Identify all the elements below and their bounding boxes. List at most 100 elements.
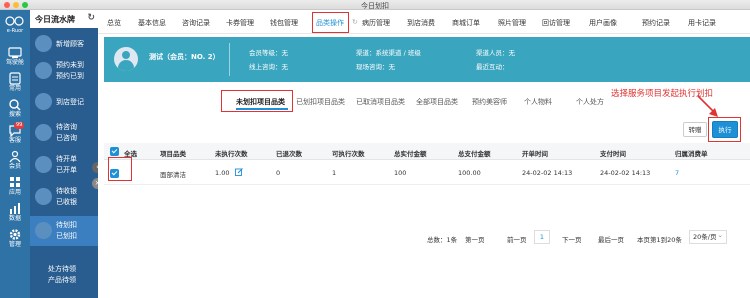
flow-item-order[interactable]: 待开单 已开单 xyxy=(30,152,98,178)
edit-icon[interactable] xyxy=(235,168,243,176)
window-titlebar: 今日划扣 xyxy=(0,0,750,10)
avatar xyxy=(114,47,138,71)
field-label: 现场咨询： xyxy=(356,63,389,71)
consult-icon xyxy=(35,124,52,141)
flow-item-consult[interactable]: 待咨询 已咨询 xyxy=(30,120,98,146)
sidebar-item-label: 应用 xyxy=(8,189,21,196)
page-size-select[interactable]: 20条/页 xyxy=(689,229,727,244)
last-page-button[interactable]: 最后一页 xyxy=(598,234,624,244)
notification-badge: 99 xyxy=(14,122,25,129)
column-header: 归属消费单 xyxy=(675,150,708,158)
recent-interaction: 最近互动： xyxy=(476,61,509,71)
next-page-button[interactable]: 下一页 xyxy=(562,234,582,244)
transfer-button[interactable]: 转赠 xyxy=(683,122,707,137)
tab-overview[interactable]: 总览 xyxy=(107,18,121,28)
tab-followup[interactable]: 回访管理 xyxy=(542,18,570,28)
flow-item-cashier[interactable]: 待收银 已收银 xyxy=(30,184,98,210)
user-icon xyxy=(35,35,52,52)
dashboard-icon xyxy=(8,47,22,58)
cashier-icon xyxy=(35,188,52,205)
sidebar-item-member[interactable]: 会员 xyxy=(0,148,30,174)
flow-item-label: 已划扣 xyxy=(56,232,77,240)
subtab-all[interactable]: 全部项目品类 xyxy=(416,97,458,107)
table-cell: 24-02-02 14:13 xyxy=(522,169,573,177)
field-value: 无 xyxy=(508,49,516,57)
flow-item-new-customer[interactable]: 新增顾客 xyxy=(30,32,98,56)
select-all-checkbox[interactable] xyxy=(110,147,119,156)
column-header: 可执行次数 xyxy=(332,150,365,158)
sidebar-item-label: 驾驶舱 xyxy=(5,59,24,66)
flow-item-deduct[interactable]: 待划扣 已划扣 xyxy=(30,216,98,246)
refresh-icon[interactable]: ↻ xyxy=(352,18,358,26)
tab-card-usage[interactable]: 用卡记录 xyxy=(688,18,716,28)
tab-mall-orders[interactable]: 商城订单 xyxy=(452,18,480,28)
table-row: 面部清洁 1.00 0 1 100 100.00 24-02-02 14:13 … xyxy=(104,162,750,185)
field-label: 会员等级： xyxy=(249,49,282,57)
sidebar-item-search[interactable]: 搜索 xyxy=(0,96,30,122)
subtab-beautician[interactable]: 预约美容师 xyxy=(472,97,507,107)
chart-icon xyxy=(10,203,20,214)
refresh-icon[interactable]: ↻ xyxy=(87,13,95,23)
flow-item-appointment[interactable]: 预约未到 预约已到 xyxy=(30,58,98,84)
top-nav: 总览 基本信息 咨询记录 卡券管理 钱包管理 品类操作 ↻ 病历管理 到店消费 … xyxy=(98,10,750,34)
sidebar-item-common[interactable]: 常用 xyxy=(0,70,30,96)
column-header: 项目品类 xyxy=(160,150,186,158)
highlight-box xyxy=(312,12,349,33)
sidebar-item-service[interactable]: 客服 99 xyxy=(0,122,30,148)
field-value: 系统渠道 / 班级 xyxy=(375,49,421,57)
field-label: 渠道： xyxy=(356,49,376,57)
channel: 渠道：系统渠道 / 班级 xyxy=(356,47,421,57)
sidebar-item-label: 客服 xyxy=(8,137,21,144)
sidebar-item-label: 常用 xyxy=(8,85,21,92)
tab-coupons[interactable]: 卡券管理 xyxy=(226,18,254,28)
online-consult: 线上咨询：无 xyxy=(249,61,288,71)
avatar-head xyxy=(122,51,130,59)
sidebar-item-apps[interactable]: 应用 xyxy=(0,174,30,200)
deduct-icon xyxy=(35,222,52,239)
first-page-button[interactable]: 第一页 xyxy=(465,234,485,244)
tab-consult-records[interactable]: 咨询记录 xyxy=(182,18,210,28)
flow-item-prescription[interactable]: 处方待领 产品待领 xyxy=(30,252,98,284)
tab-appointments[interactable]: 预约记录 xyxy=(642,18,670,28)
onsite-consult: 现场咨询：无 xyxy=(356,61,395,71)
table-cell: 100.00 xyxy=(458,169,481,177)
subtab-prescriptions[interactable]: 个人处方 xyxy=(576,97,604,107)
table-cell-link[interactable]: 7 xyxy=(675,169,679,177)
tab-store-consumption[interactable]: 到店消费 xyxy=(407,18,435,28)
main-content: 总览 基本信息 咨询记录 卡券管理 钱包管理 品类操作 ↻ 病历管理 到店消费 … xyxy=(98,10,750,298)
flow-item-label: 已开单 xyxy=(56,166,77,174)
table-cell: 100 xyxy=(394,169,407,177)
highlight-box xyxy=(221,90,293,112)
subtab-deducted[interactable]: 已划扣项目品类 xyxy=(296,97,345,107)
flow-item-label: 已咨询 xyxy=(56,134,77,142)
flow-board-panel: 今日流水牌 ↻ 新增顾客 预约未到 预约已到 到店登记 待咨询 已咨询 待开单 … xyxy=(30,10,98,298)
tab-basic-info[interactable]: 基本信息 xyxy=(138,18,166,28)
flow-item-label: 待划扣 xyxy=(56,221,77,229)
highlight-box xyxy=(708,117,741,142)
sidebar-item-label: 会员 xyxy=(8,163,21,170)
sidebar-item-cockpit[interactable]: 驾驶舱 xyxy=(0,44,30,70)
subtab-materials[interactable]: 个人物料 xyxy=(524,97,552,107)
sidebar-item-manage[interactable]: 管理 xyxy=(0,226,30,252)
tab-medical-records[interactable]: 病历管理 xyxy=(362,18,390,28)
field-label: 渠道人员： xyxy=(476,49,509,57)
apps-icon xyxy=(10,177,20,187)
tab-wallet[interactable]: 钱包管理 xyxy=(270,18,298,28)
sidebar-item-label: 搜索 xyxy=(8,111,21,118)
tab-photos[interactable]: 照片管理 xyxy=(498,18,526,28)
flow-item-label: 待收银 xyxy=(56,187,77,195)
subtab-cancelled[interactable]: 已取消项目品类 xyxy=(356,97,405,107)
tab-user-profile[interactable]: 用户画像 xyxy=(589,18,617,28)
page-number-input[interactable]: 1 xyxy=(534,230,550,244)
sidebar-item-data[interactable]: 数据 xyxy=(0,200,30,226)
flow-item-checkin[interactable]: 到店登记 xyxy=(30,90,98,114)
field-value: 无 xyxy=(281,63,289,71)
field-value: 无 xyxy=(388,63,396,71)
column-header: 总实付金额 xyxy=(394,150,427,158)
table-header: 全选 项目品类 未执行次数 已退次数 可执行次数 总实付金额 总支付金额 开单时… xyxy=(104,143,750,160)
flow-item-label: 预约已到 xyxy=(56,72,84,80)
sidebar-item-label: 数据 xyxy=(8,215,21,222)
column-header: 未执行次数 xyxy=(215,150,248,158)
main-sidebar: e-Ruor 驾驶舱 常用 搜索 客服 99 会员 应用 数据 管理 xyxy=(0,10,30,298)
prev-page-button[interactable]: 前一页 xyxy=(507,234,527,244)
